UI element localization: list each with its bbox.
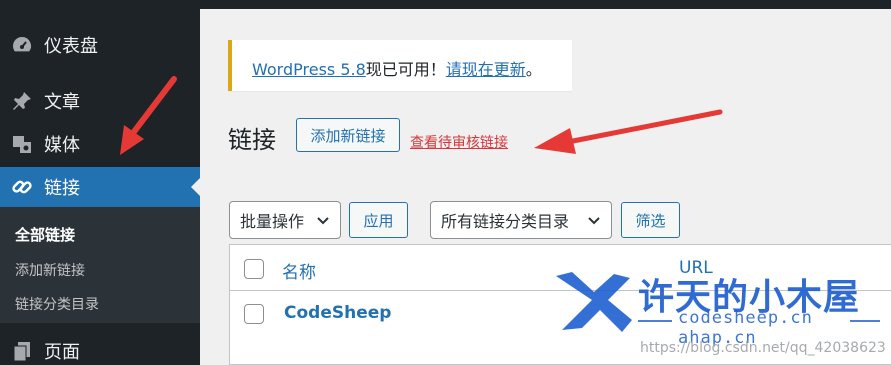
chevron-down-icon (588, 217, 600, 225)
category-filter-label: 所有链接分类目录 (441, 212, 570, 231)
notice-period: 。 (525, 60, 542, 79)
link-icon (10, 175, 34, 199)
row-checkbox[interactable] (244, 304, 264, 324)
wordpress-version-link[interactable]: WordPress 5.8 (252, 60, 366, 79)
pending-links-link[interactable]: 查看待审核链接 (410, 132, 508, 152)
update-notice: WordPress 5.8现已可用！请现在更新。 (228, 40, 572, 91)
watermark-logo (556, 272, 632, 332)
submenu-add-link[interactable]: 添加新链接 (15, 260, 85, 280)
page-title: 链接 (228, 126, 276, 154)
bulk-actions-select[interactable]: 批量操作 (229, 201, 341, 239)
sidebar-item-pages[interactable]: 页面 (0, 331, 200, 365)
links-submenu: 全部链接 添加新链接 链接分类目录 (0, 207, 200, 323)
column-name-header[interactable]: 名称 (282, 258, 316, 283)
submenu-all-links[interactable]: 全部链接 (15, 224, 75, 245)
page-icon (10, 339, 34, 363)
watermark-url: https://blog.csdn.net/qq_42038623 (640, 340, 886, 356)
submenu-link-categories[interactable]: 链接分类目录 (15, 294, 99, 314)
sidebar-item-dashboard[interactable]: 仪表盘 (0, 25, 200, 65)
notice-text: 现已可用！ (365, 60, 446, 79)
sidebar-item-label: 文章 (44, 92, 80, 113)
sidebar-item-label: 媒体 (44, 135, 80, 156)
media-icon (10, 132, 34, 156)
add-new-link-button[interactable]: 添加新链接 (296, 118, 400, 152)
sidebar-item-media[interactable]: 媒体 (0, 124, 200, 164)
category-filter-select[interactable]: 所有链接分类目录 (430, 201, 612, 239)
watermark-divider (850, 320, 880, 322)
annotation-arrow-main (534, 109, 723, 154)
sidebar-item-label: 页面 (44, 342, 80, 363)
watermark-divider (638, 320, 672, 322)
sidebar-item-links[interactable]: 链接 (0, 167, 200, 207)
select-all-checkbox[interactable] (244, 259, 264, 279)
sidebar-item-label: 仪表盘 (44, 36, 98, 57)
dashboard-icon (10, 33, 34, 57)
sidebar-item-label: 链接 (44, 178, 80, 199)
bulk-actions-label: 批量操作 (240, 212, 305, 231)
chevron-down-icon (317, 217, 329, 225)
apply-button[interactable]: 应用 (349, 202, 408, 238)
pin-icon (10, 89, 34, 113)
update-now-link[interactable]: 请现在更新 (446, 60, 526, 79)
link-name[interactable]: CodeSheep (284, 303, 391, 323)
sidebar-item-posts[interactable]: 文章 (0, 81, 200, 121)
admin-bar (0, 0, 891, 9)
filter-button[interactable]: 筛选 (621, 202, 680, 238)
